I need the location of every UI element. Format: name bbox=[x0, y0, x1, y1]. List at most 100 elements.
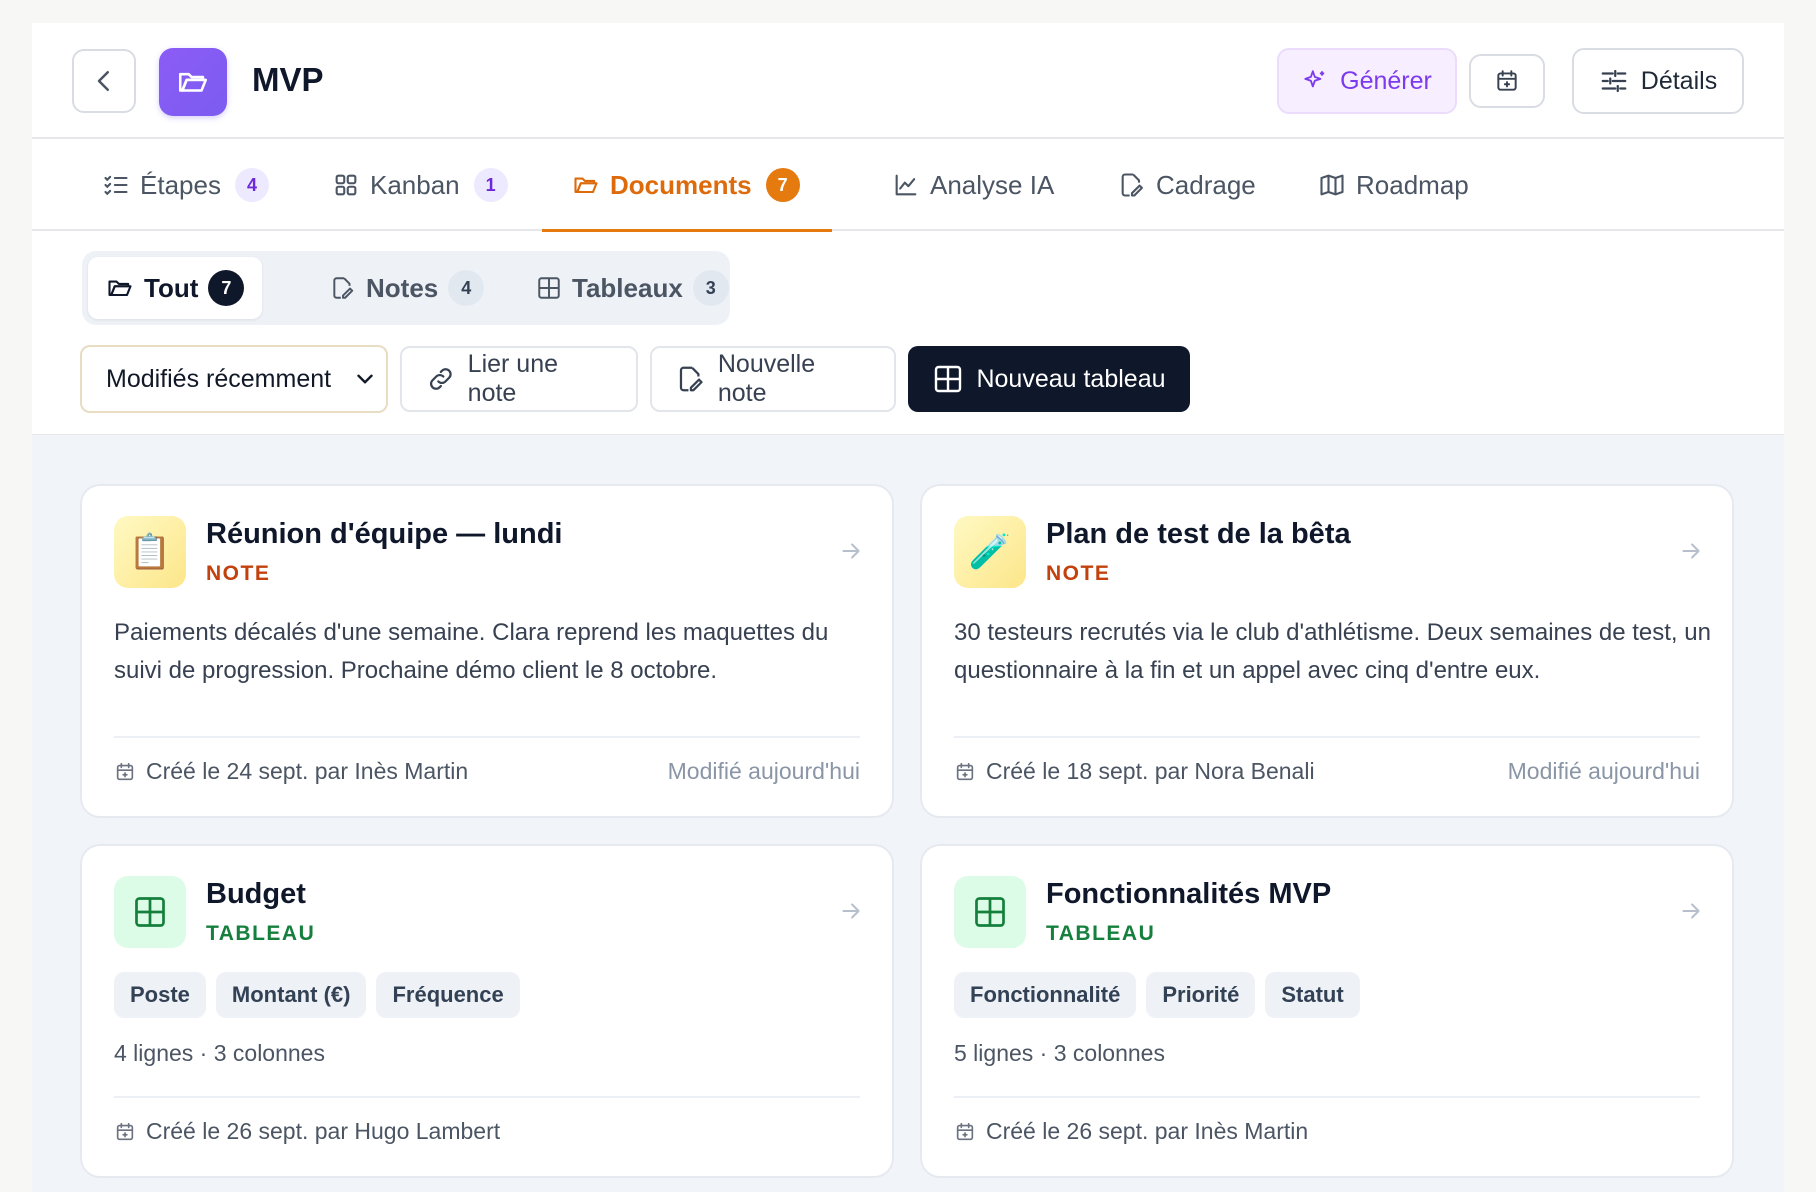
table-icon bbox=[114, 876, 186, 948]
tab-label: Cadrage bbox=[1156, 169, 1256, 200]
tab-analyse-ia[interactable]: Analyse IA bbox=[892, 139, 1054, 231]
document-card[interactable]: Budget TABLEAU Poste Montant (€) Fréquen… bbox=[80, 844, 894, 1178]
column-chips: Fonctionnalité Priorité Statut bbox=[954, 972, 1360, 1018]
file-pen-icon bbox=[333, 277, 354, 299]
table-size: 4 lignes · 3 colonnes bbox=[114, 1040, 325, 1066]
calendar-icon bbox=[956, 1122, 974, 1140]
tab-cadrage[interactable]: Cadrage bbox=[1118, 139, 1256, 231]
list-checks-icon bbox=[104, 175, 128, 196]
tab-kanban[interactable]: Kanban 1 bbox=[332, 139, 508, 231]
generate-label: Générer bbox=[1340, 66, 1432, 95]
filter-count: 3 bbox=[692, 270, 729, 306]
filter-count: 7 bbox=[208, 270, 245, 306]
generate-button[interactable]: Générer bbox=[1277, 48, 1457, 114]
created-text: Créé le 26 sept. par Inès Martin bbox=[986, 1118, 1309, 1144]
card-type-label: NOTE bbox=[1046, 562, 1111, 585]
sort-select[interactable]: Modifiés récemment bbox=[80, 345, 388, 413]
filter-label: Notes bbox=[366, 272, 439, 303]
card-footer: Créé le 24 sept. par Inès Martin Modifié… bbox=[114, 758, 860, 785]
card-footer: Créé le 26 sept. par Hugo Lambert bbox=[114, 1118, 860, 1145]
new-table-button[interactable]: Nouveau tableau bbox=[908, 346, 1190, 412]
tab-documents[interactable]: Documents 7 bbox=[572, 139, 800, 231]
tab-label: Étapes bbox=[140, 169, 221, 200]
filter-tableaux[interactable]: Tableaux 3 bbox=[536, 257, 729, 319]
map-icon bbox=[1320, 174, 1344, 196]
divider bbox=[114, 1096, 860, 1098]
created-info: Créé le 26 sept. par Inès Martin bbox=[954, 1118, 1308, 1145]
created-text: Créé le 24 sept. par Inès Martin bbox=[146, 758, 469, 784]
active-tab-indicator bbox=[542, 229, 832, 232]
created-text: Créé le 26 sept. par Hugo Lambert bbox=[146, 1118, 501, 1144]
card-title: Réunion d'équipe — lundi bbox=[206, 518, 563, 550]
card-type-label: TABLEAU bbox=[206, 922, 316, 945]
column-chip: Fréquence bbox=[376, 972, 520, 1018]
tab-count-badge: 4 bbox=[234, 168, 269, 202]
card-footer: Créé le 26 sept. par Inès Martin bbox=[954, 1118, 1700, 1145]
sliders-icon bbox=[1601, 69, 1627, 93]
card-footer: Créé le 18 sept. par Nora Benali Modifié… bbox=[954, 758, 1700, 785]
document-card[interactable]: 🧪 Plan de test de la bêta NOTE 30 testeu… bbox=[920, 484, 1734, 818]
card-title: Fonctionnalités MVP bbox=[1046, 878, 1332, 910]
calendar-icon bbox=[116, 1122, 134, 1140]
tab-label: Documents bbox=[610, 169, 752, 200]
tab-label: Roadmap bbox=[1356, 169, 1469, 200]
details-label: Détails bbox=[1640, 66, 1718, 95]
arrow-right-icon bbox=[1682, 543, 1700, 559]
created-info: Créé le 24 sept. par Inès Martin bbox=[114, 758, 468, 785]
table-icon bbox=[935, 365, 962, 393]
tab-roadmap[interactable]: Roadmap bbox=[1318, 139, 1469, 231]
column-chip: Statut bbox=[1265, 972, 1360, 1018]
folder-open-icon bbox=[574, 177, 598, 194]
link-note-label: Lier une note bbox=[467, 350, 559, 407]
column-chip: Montant (€) bbox=[215, 972, 367, 1018]
arrow-right-icon bbox=[842, 903, 860, 919]
filter-label: Tout bbox=[144, 272, 199, 303]
divider bbox=[954, 736, 1700, 738]
card-type-label: NOTE bbox=[206, 562, 271, 585]
grid-icon bbox=[335, 174, 357, 196]
file-pen-icon bbox=[1121, 173, 1143, 197]
divider bbox=[954, 1096, 1700, 1098]
project-folder-icon bbox=[159, 48, 227, 116]
filter-notes[interactable]: Notes 4 bbox=[330, 257, 485, 319]
table-icon bbox=[538, 277, 560, 299]
filter-count: 4 bbox=[448, 270, 485, 306]
sort-value: Modifiés récemment bbox=[106, 364, 332, 393]
document-card[interactable]: 📋 Réunion d'équipe — lundi NOTE Paiement… bbox=[80, 484, 894, 818]
column-chip: Priorité bbox=[1146, 972, 1256, 1018]
new-note-button[interactable]: Nouvelle note bbox=[650, 346, 896, 412]
column-chip: Poste bbox=[114, 972, 206, 1018]
card-title: Budget bbox=[206, 878, 306, 910]
divider bbox=[114, 736, 860, 738]
filter-tout[interactable]: Tout 7 bbox=[88, 257, 263, 319]
chevron-down-icon bbox=[357, 374, 373, 384]
link-note-button[interactable]: Lier une note bbox=[400, 346, 638, 412]
calendar-plus-icon bbox=[1497, 70, 1517, 91]
arrow-right-icon bbox=[1682, 903, 1700, 919]
details-button[interactable]: Détails bbox=[1572, 48, 1744, 114]
page-title: MVP bbox=[252, 61, 324, 98]
tab-etapes[interactable]: Étapes 4 bbox=[102, 139, 269, 231]
tab-bar: Étapes 4 Kanban 1 Documents 7 Analyse IA… bbox=[32, 139, 1784, 231]
card-title: Plan de test de la bêta bbox=[1046, 518, 1351, 550]
column-chip: Fonctionnalité bbox=[954, 972, 1137, 1018]
calendar-button[interactable] bbox=[1469, 54, 1545, 108]
line-chart-icon bbox=[895, 174, 917, 196]
card-description: Paiements décalés d'une semaine. Clara r… bbox=[114, 619, 829, 684]
file-pen-icon bbox=[679, 366, 703, 392]
sparkles-icon bbox=[1304, 70, 1325, 88]
card-type-label: TABLEAU bbox=[1046, 922, 1156, 945]
document-type-filter: Tout 7 Notes 4 Tableaux 3 bbox=[82, 251, 730, 325]
link-icon bbox=[430, 368, 452, 390]
created-info: Créé le 18 sept. par Nora Benali bbox=[954, 758, 1315, 785]
note-emoji-icon: 📋 bbox=[114, 516, 186, 588]
modified-text: Modifié aujourd'hui bbox=[667, 758, 860, 784]
new-note-label: Nouvelle note bbox=[717, 350, 816, 407]
back-button[interactable] bbox=[72, 49, 136, 113]
tab-count-badge: 1 bbox=[473, 168, 508, 202]
created-info: Créé le 26 sept. par Hugo Lambert bbox=[114, 1118, 500, 1145]
document-card[interactable]: Fonctionnalités MVP TABLEAU Fonctionnali… bbox=[920, 844, 1734, 1178]
tab-count-badge: 7 bbox=[765, 168, 800, 202]
top-panel: MVP Générer Détails Étapes 4 Kanban 1 Do… bbox=[32, 23, 1784, 435]
new-table-label: Nouveau tableau bbox=[976, 364, 1166, 393]
